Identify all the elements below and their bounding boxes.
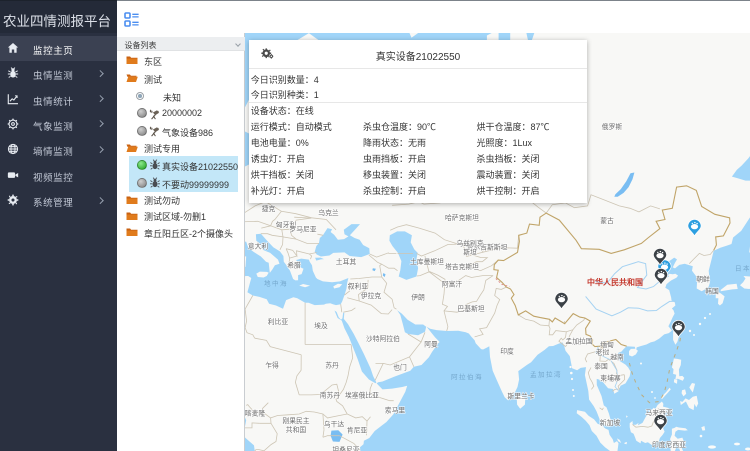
svg-text:斯里兰卡: 斯里兰卡 <box>507 391 534 400</box>
svg-text:阿曼: 阿曼 <box>424 339 438 348</box>
svg-text:索马里: 索马里 <box>385 405 406 414</box>
svg-text:埃及: 埃及 <box>314 321 328 330</box>
svg-text:伊拉克: 伊拉克 <box>361 291 382 300</box>
svg-text:肯尼亚: 肯尼亚 <box>347 425 368 434</box>
svg-text:也门: 也门 <box>393 362 407 371</box>
svg-text:韩国: 韩国 <box>705 286 719 295</box>
svg-text:土耳其: 土耳其 <box>336 257 357 266</box>
svg-text:俄罗斯: 俄罗斯 <box>602 122 623 131</box>
svg-text:乌克兰: 乌克兰 <box>318 208 339 217</box>
svg-text:孟加拉国: 孟加拉国 <box>565 336 592 345</box>
svg-text:沙特阿拉伯: 沙特阿拉伯 <box>366 334 400 343</box>
svg-text:越南: 越南 <box>610 352 624 361</box>
svg-text:刚果民主: 刚果民主 <box>282 416 309 425</box>
svg-text:朝鲜: 朝鲜 <box>696 274 710 283</box>
svg-text:印度尼西亚: 印度尼西亚 <box>652 440 686 449</box>
svg-text:巴基斯坦: 巴基斯坦 <box>457 304 484 313</box>
svg-text:日本海: 日本海 <box>735 263 750 272</box>
svg-text:苏丹: 苏丹 <box>325 360 339 369</box>
svg-text:共和国: 共和国 <box>286 425 307 434</box>
svg-text:乌兹别克: 乌兹别克 <box>456 238 483 247</box>
svg-text:罗马尼亚: 罗马尼亚 <box>289 225 316 233</box>
svg-text:老挝: 老挝 <box>596 347 610 356</box>
svg-text:乍得: 乍得 <box>265 360 279 369</box>
svg-text:孟加拉湾: 孟加拉湾 <box>530 369 562 378</box>
svg-text:哈萨克斯坦: 哈萨克斯坦 <box>445 213 479 222</box>
svg-text:斯坦: 斯坦 <box>463 247 477 256</box>
svg-text:捷克: 捷克 <box>262 204 276 213</box>
svg-text:阿富汗: 阿富汗 <box>442 279 463 288</box>
svg-text:乌干达: 乌干达 <box>324 419 345 428</box>
svg-text:地中海: 地中海 <box>264 278 288 287</box>
svg-text:印度: 印度 <box>500 346 514 355</box>
svg-text:土库曼斯坦: 土库曼斯坦 <box>410 257 444 266</box>
svg-text:喀麦隆: 喀麦隆 <box>245 408 266 417</box>
svg-text:埃塞俄比亚: 埃塞俄比亚 <box>345 390 379 399</box>
svg-text:叙利亚: 叙利亚 <box>348 281 369 290</box>
svg-text:阿拉伯海: 阿拉伯海 <box>451 372 483 381</box>
svg-text:利比亚: 利比亚 <box>268 317 289 326</box>
svg-text:缅甸: 缅甸 <box>600 340 614 349</box>
svg-text:希腊: 希腊 <box>287 260 301 269</box>
svg-text:伊朗: 伊朗 <box>411 292 425 301</box>
svg-text:中华人民共和国: 中华人民共和国 <box>587 277 643 287</box>
svg-text:泰国: 泰国 <box>594 361 608 370</box>
svg-text:南苏丹: 南苏丹 <box>320 390 341 399</box>
svg-text:意大利: 意大利 <box>248 241 269 250</box>
svg-text:新加坡: 新加坡 <box>600 418 621 427</box>
svg-text:塔吉克斯坦: 塔吉克斯坦 <box>445 262 479 271</box>
svg-text:柬埔寨: 柬埔寨 <box>600 373 621 382</box>
svg-text:蒙古: 蒙古 <box>600 216 614 225</box>
